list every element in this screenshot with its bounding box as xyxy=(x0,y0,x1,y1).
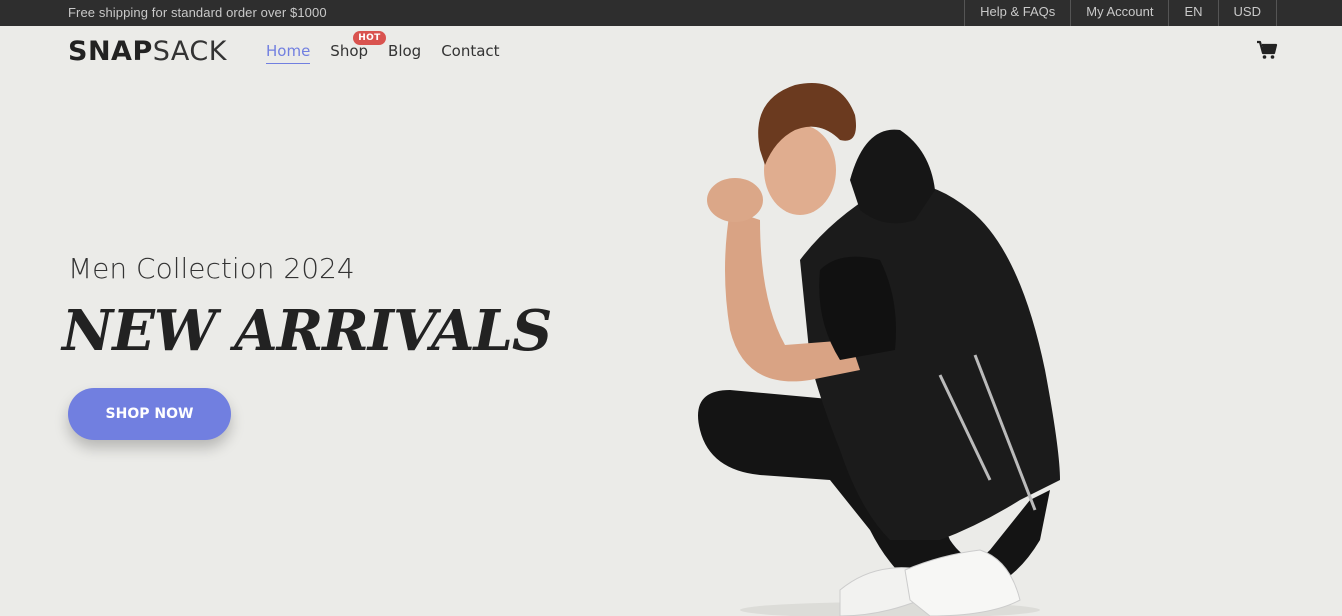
hot-badge: HOT xyxy=(353,31,386,45)
hero-title: NEW ARRIVALS xyxy=(62,298,552,364)
logo-light: SACK xyxy=(152,36,227,67)
hero-subtitle: Men Collection 2024 xyxy=(68,252,355,285)
shop-now-button[interactable]: SHOP NOW xyxy=(68,388,231,440)
help-faqs-link[interactable]: Help & FAQs xyxy=(964,0,1070,26)
logo-bold: SNAP xyxy=(68,36,153,67)
top-bar: Free shipping for standard order over $1… xyxy=(0,0,1342,26)
nav-blog[interactable]: Blog xyxy=(388,42,421,64)
main-nav: Home Shop HOT Blog Contact xyxy=(266,31,500,64)
my-account-link[interactable]: My Account xyxy=(1070,0,1168,26)
nav-home[interactable]: Home xyxy=(266,42,311,64)
top-links: Help & FAQs My Account EN USD xyxy=(964,0,1277,26)
model-photo xyxy=(690,70,1070,616)
currency-selector[interactable]: USD xyxy=(1217,0,1277,26)
logo[interactable]: SNAPSACK xyxy=(68,36,227,67)
cart-icon[interactable] xyxy=(1256,40,1278,60)
language-selector[interactable]: EN xyxy=(1168,0,1217,26)
nav-contact[interactable]: Contact xyxy=(441,42,499,64)
nav-shop[interactable]: Shop HOT xyxy=(330,31,386,64)
shipping-promo: Free shipping for standard order over $1… xyxy=(68,5,327,20)
